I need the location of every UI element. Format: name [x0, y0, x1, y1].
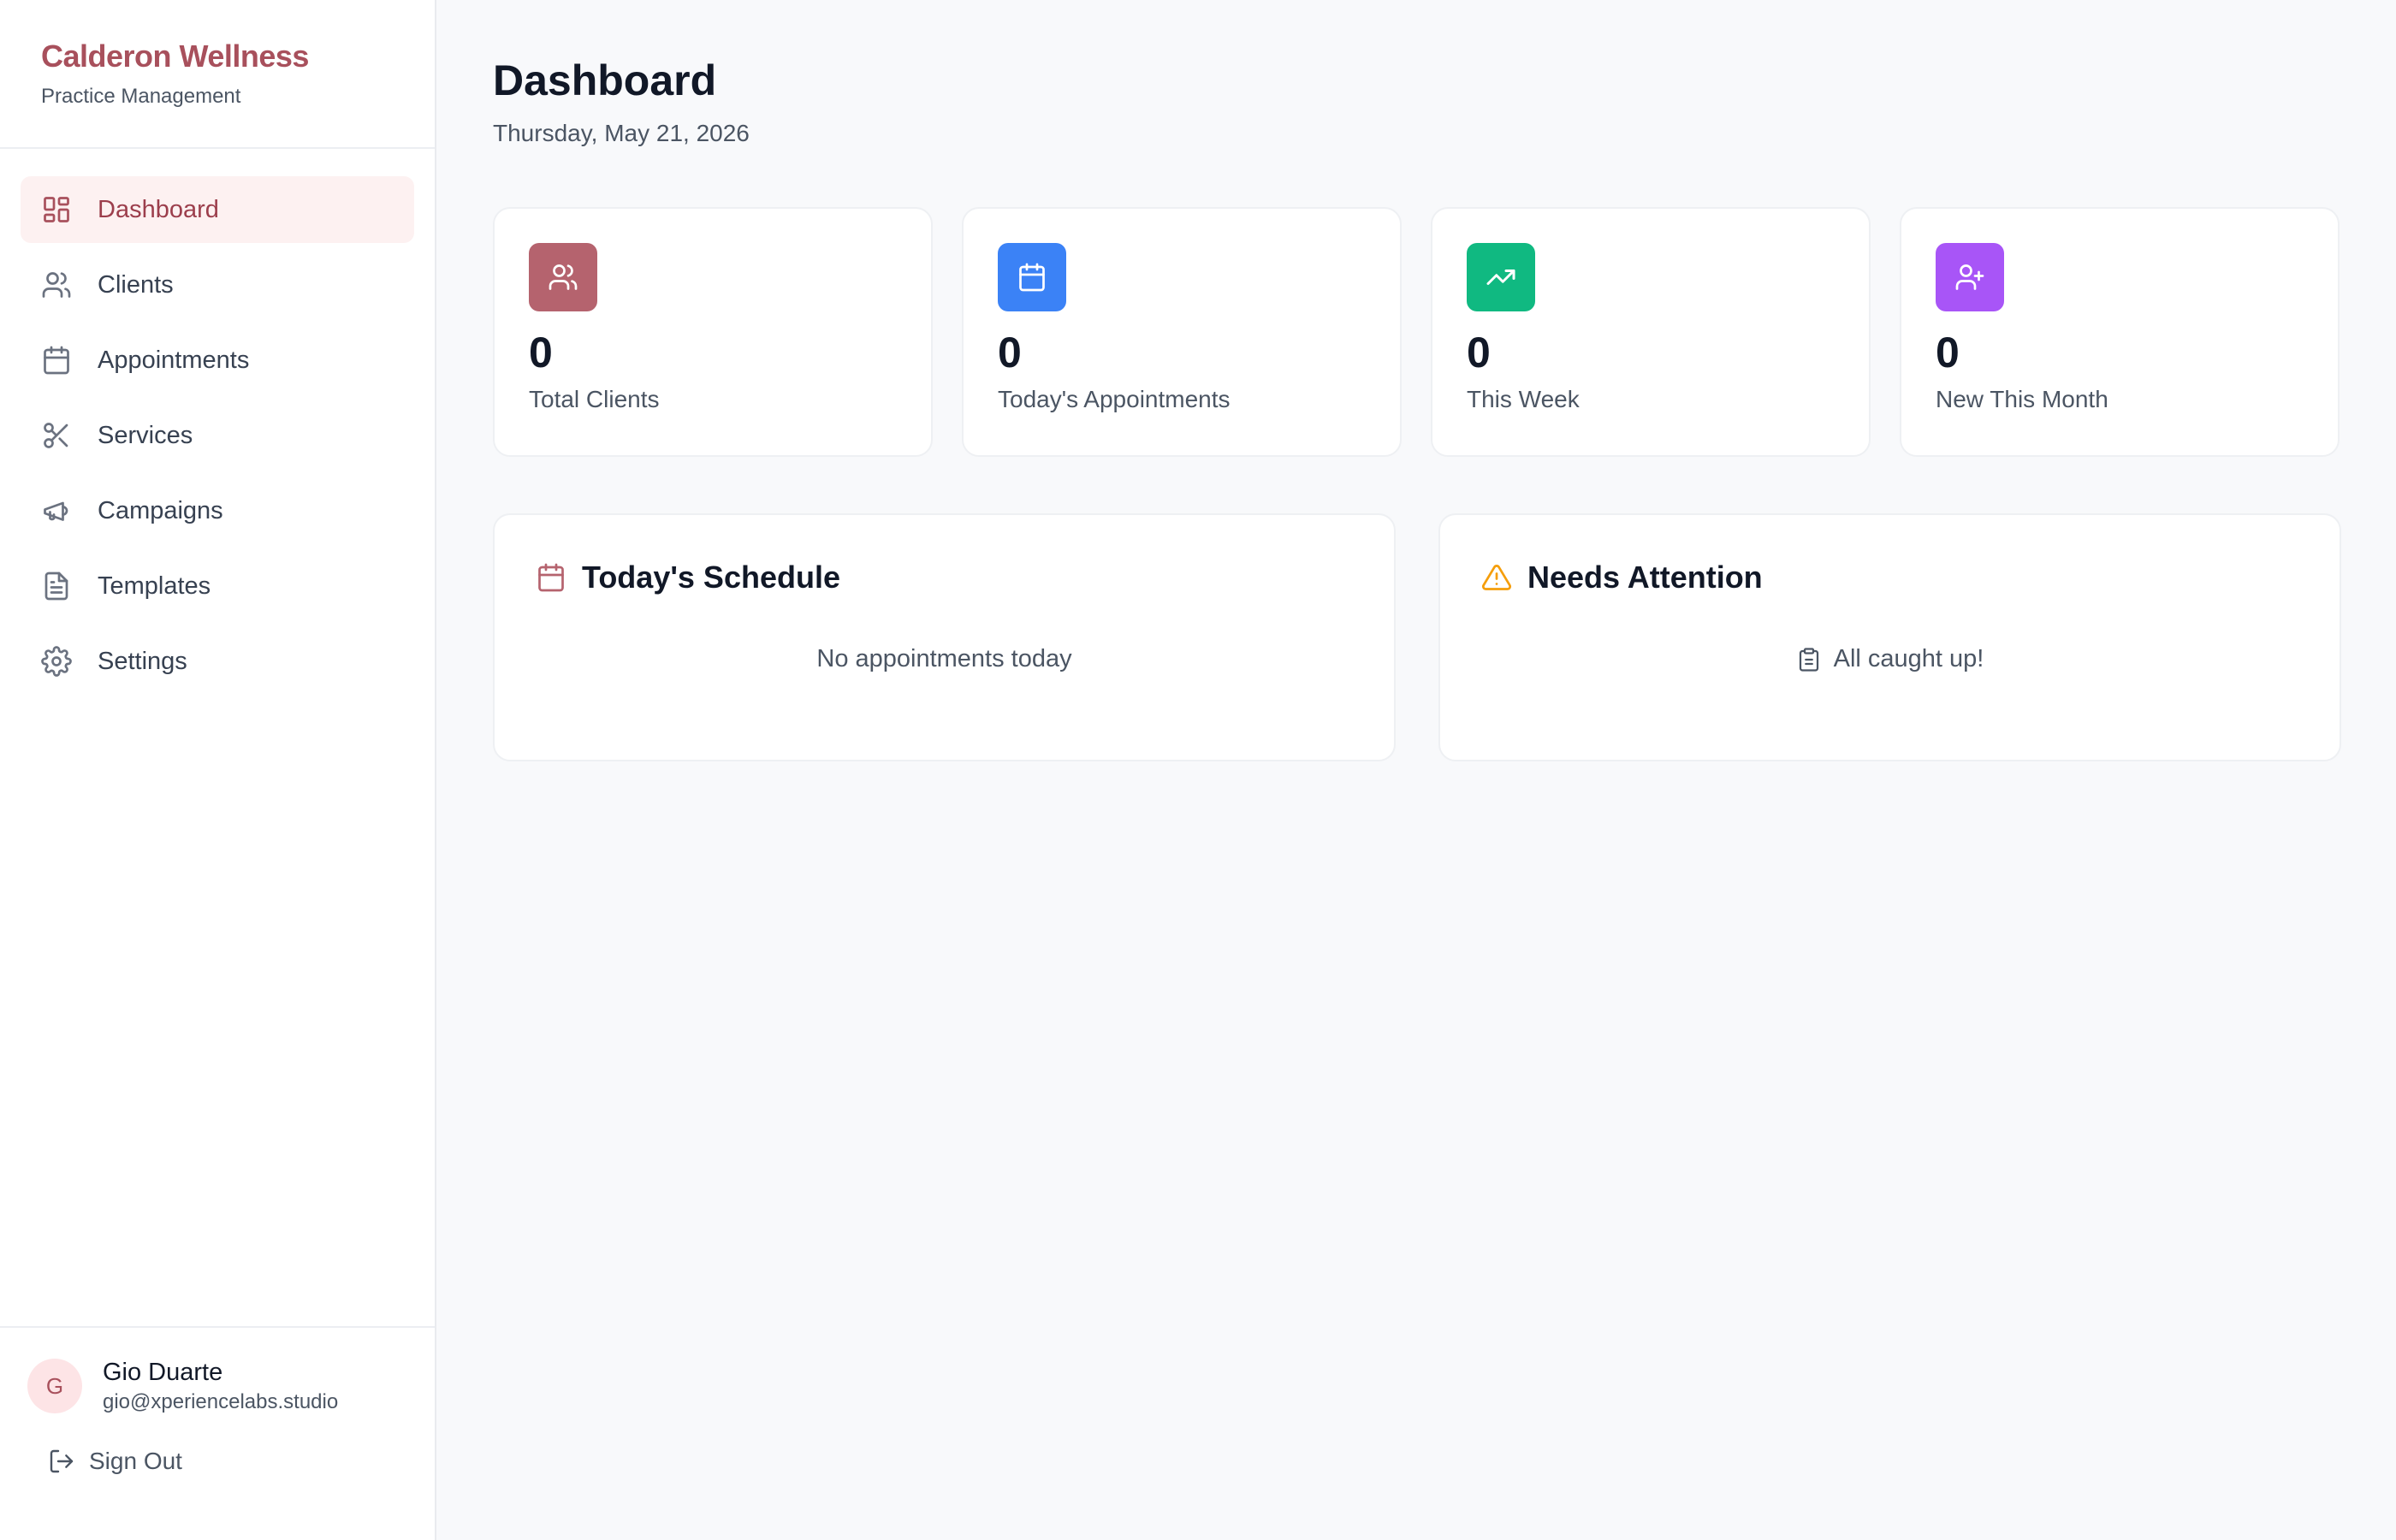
- stat-card-new-this-month[interactable]: 0 New This Month: [1900, 207, 2340, 457]
- sidebar-item-label: Templates: [98, 572, 211, 600]
- panel-title: Needs Attention: [1527, 560, 1763, 595]
- user-info: G Gio Duarte gio@xperiencelabs.studio: [0, 1328, 435, 1415]
- user-plus-icon: [1936, 243, 2004, 311]
- trending-up-icon: [1467, 243, 1535, 311]
- user-panel: G Gio Duarte gio@xperiencelabs.studio Si…: [0, 1326, 435, 1540]
- sidebar-item-label: Clients: [98, 270, 174, 299]
- sidebar-item-services[interactable]: Services: [21, 402, 414, 469]
- stat-value: 0: [1936, 329, 1960, 376]
- user-name: Gio Duarte: [103, 1359, 223, 1386]
- sidebar-item-label: Appointments: [98, 346, 250, 374]
- stat-value: 0: [529, 329, 553, 376]
- stat-card-this-week[interactable]: 0 This Week: [1431, 207, 1871, 457]
- clipboard-icon: [1799, 647, 1818, 672]
- sidebar-item-clients[interactable]: Clients: [21, 252, 414, 318]
- stat-label: Today's Appointments: [998, 386, 1231, 412]
- stat-card-total-clients[interactable]: 0 Total Clients: [493, 207, 933, 457]
- sidebar-item-label: Dashboard: [98, 195, 219, 223]
- dashboard-grid-icon: [41, 194, 72, 225]
- stats-row: 0 Total Clients 0 Today's Appointments 0…: [493, 207, 2341, 457]
- sidebar-item-appointments[interactable]: Appointments: [21, 327, 414, 394]
- calendar-icon: [538, 563, 564, 592]
- document-icon: [41, 571, 72, 601]
- sidebar-item-settings[interactable]: Settings: [21, 628, 414, 695]
- warning-triangle-icon: [1482, 565, 1511, 590]
- main-content: Dashboard Thursday, May 21, 2026 0 Total…: [493, 0, 2341, 761]
- empty-state-text: No appointments today: [816, 645, 1072, 672]
- needs-attention-panel: Needs Attention All caught up!: [1438, 513, 2341, 761]
- stat-label: New This Month: [1936, 386, 2108, 412]
- sidebar-item-label: Services: [98, 421, 193, 449]
- brand: Calderon Wellness Practice Management: [0, 0, 435, 149]
- scissors-icon: [41, 420, 72, 451]
- calendar-icon: [41, 345, 72, 376]
- todays-schedule-panel: Today's Schedule No appointments today: [493, 513, 1396, 761]
- sidebar: Calderon Wellness Practice Management Da…: [0, 0, 436, 1540]
- stat-value: 0: [1467, 329, 1491, 376]
- sidebar-item-label: Settings: [98, 647, 187, 675]
- calendar-icon: [998, 243, 1066, 311]
- avatar[interactable]: G: [27, 1359, 82, 1413]
- sidebar-item-dashboard[interactable]: Dashboard: [21, 176, 414, 243]
- stat-label: This Week: [1467, 386, 1580, 412]
- user-email: gio@xperiencelabs.studio: [103, 1390, 339, 1413]
- stat-label: Total Clients: [529, 386, 660, 412]
- brand-title: Calderon Wellness: [41, 38, 309, 74]
- brand-subtitle: Practice Management: [41, 85, 241, 108]
- user-details: Gio Duarte gio@xperiencelabs.studio: [103, 1357, 338, 1415]
- panel-header: Needs Attention: [1481, 560, 2298, 595]
- sign-out-icon: [50, 1449, 74, 1473]
- sidebar-item-campaigns[interactable]: Campaigns: [21, 477, 414, 544]
- empty-state: No appointments today: [536, 645, 1353, 673]
- sidebar-item-label: Campaigns: [98, 496, 223, 524]
- page-date: Thursday, May 21, 2026: [493, 120, 750, 146]
- panels-row: Today's Schedule No appointments today N…: [493, 513, 2341, 761]
- sign-out-button[interactable]: Sign Out: [48, 1448, 435, 1475]
- sidebar-nav: Dashboard Clients Appointments Services …: [0, 149, 435, 695]
- empty-state: All caught up!: [1481, 645, 2298, 673]
- users-icon: [529, 243, 597, 311]
- sign-out-label: Sign Out: [89, 1448, 182, 1474]
- gear-icon: [41, 646, 72, 677]
- panel-title: Today's Schedule: [582, 560, 840, 595]
- users-icon: [41, 270, 72, 300]
- page-title: Dashboard: [493, 56, 717, 104]
- stat-value: 0: [998, 329, 1022, 376]
- panel-header: Today's Schedule: [536, 560, 1353, 595]
- empty-state-text: All caught up!: [1833, 645, 1984, 672]
- megaphone-icon: [41, 495, 72, 526]
- sidebar-item-templates[interactable]: Templates: [21, 553, 414, 619]
- stat-card-todays-appointments[interactable]: 0 Today's Appointments: [962, 207, 1402, 457]
